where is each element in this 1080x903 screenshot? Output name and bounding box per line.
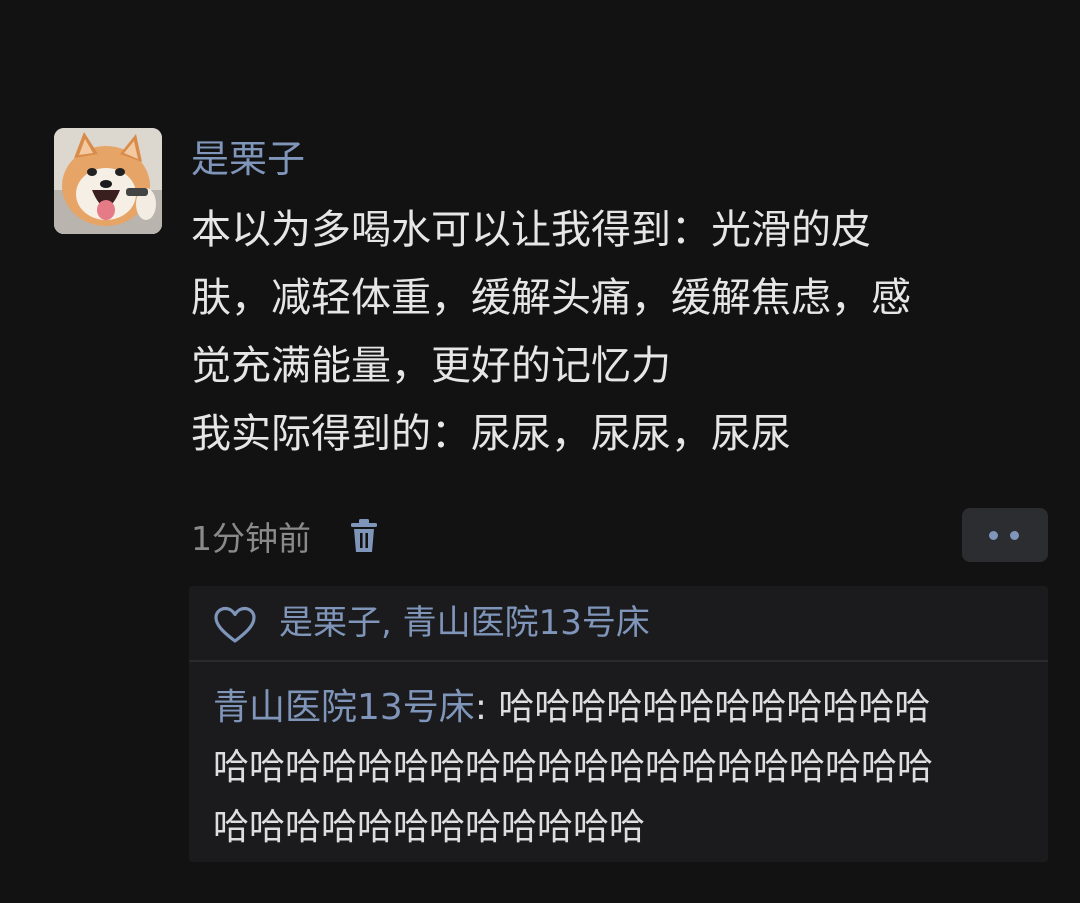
post-timestamp: 1分钟前 bbox=[191, 519, 311, 558]
more-options-button[interactable] bbox=[962, 508, 1048, 562]
likes-names[interactable]: 是栗子, 青山医院13号床 bbox=[279, 600, 650, 646]
comment[interactable]: 青山医院13号床: 哈哈哈哈哈哈哈哈哈哈哈哈 哈哈哈哈哈哈哈哈哈哈哈哈哈哈哈哈哈… bbox=[213, 678, 1043, 858]
divider bbox=[189, 660, 1048, 662]
comment-line: 哈哈哈哈哈哈哈哈哈哈哈哈哈哈哈哈哈哈哈哈 bbox=[213, 747, 934, 788]
post-text-line: 肤，减轻体重，缓解头痛，缓解焦虑，感 bbox=[191, 275, 911, 321]
comment-author[interactable]: 青山医院13号床 bbox=[213, 687, 475, 728]
avatar[interactable] bbox=[54, 128, 162, 234]
trash-icon[interactable] bbox=[349, 518, 379, 554]
more-dots-icon bbox=[1010, 531, 1019, 540]
post-text: 本以为多喝水可以让我得到：光滑的皮 肤，减轻体重，缓解头痛，缓解焦虑，感 觉充满… bbox=[191, 196, 1031, 468]
likes-row: 是栗子, 青山医院13号床 bbox=[189, 586, 1048, 660]
heart-icon[interactable] bbox=[213, 606, 257, 644]
post-username[interactable]: 是栗子 bbox=[191, 134, 305, 184]
post-text-line: 觉充满能量，更好的记忆力 bbox=[191, 343, 671, 389]
post-text-line: 我实际得到的：尿尿，尿尿，尿尿 bbox=[191, 411, 791, 457]
likes-comments-panel: 是栗子, 青山医院13号床 青山医院13号床: 哈哈哈哈哈哈哈哈哈哈哈哈 哈哈哈… bbox=[189, 586, 1048, 862]
moments-page: 是栗子 本以为多喝水可以让我得到：光滑的皮 肤，减轻体重，缓解头痛，缓解焦虑，感… bbox=[0, 0, 1080, 903]
comment-line: 哈哈哈哈哈哈哈哈哈哈哈哈 bbox=[213, 807, 646, 848]
more-dots-icon bbox=[989, 531, 998, 540]
comment-text: 哈哈哈哈哈哈哈哈哈哈哈哈 bbox=[498, 687, 931, 728]
post-text-line: 本以为多喝水可以让我得到：光滑的皮 bbox=[191, 207, 871, 253]
shiba-dog-avatar-icon bbox=[54, 128, 162, 234]
comment-line: 青山医院13号床: 哈哈哈哈哈哈哈哈哈哈哈哈 bbox=[213, 678, 1043, 738]
comment-separator: : bbox=[474, 687, 499, 728]
post-meta: 1分钟前 bbox=[191, 512, 379, 560]
